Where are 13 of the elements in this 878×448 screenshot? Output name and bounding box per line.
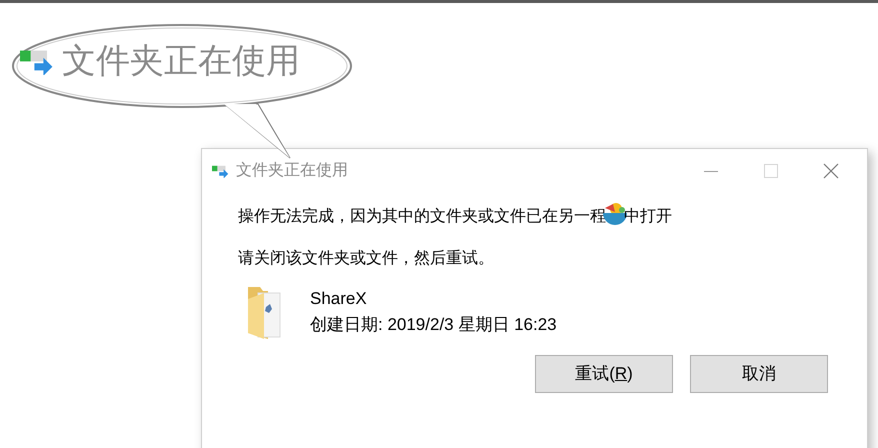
callout-title: 文件夹正在使用: [62, 44, 300, 78]
file-created-date: 创建日期: 2019/2/3 星期日 16:23: [310, 314, 557, 336]
close-icon: [823, 163, 839, 179]
dialog-button[interactable]: 取消: [690, 355, 828, 393]
maximize-icon: [764, 164, 778, 178]
minimize-icon: [704, 170, 718, 172]
file-name: ShareX: [310, 288, 368, 310]
message-text: 操作无法完成，因为其中的文件夹或文件已在另一程: [238, 206, 606, 227]
app-icon: [212, 164, 230, 178]
hint-text: 请关闭该文件夹或文件，然后重试。: [237, 248, 495, 269]
dialog-button[interactable]: 重试(R): [535, 355, 673, 393]
message-text: 中打开: [624, 206, 672, 227]
window-title: 文件夹正在使用: [236, 160, 348, 181]
